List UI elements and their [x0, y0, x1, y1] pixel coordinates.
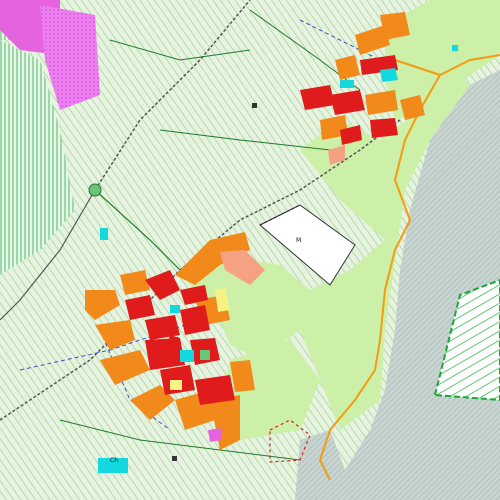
roundabout — [88, 183, 102, 197]
marker-square-south — [172, 456, 177, 461]
road-marker-label: Ch — [110, 457, 118, 464]
plot-m-label: M — [296, 237, 301, 244]
map-canvas: M Ch — [0, 0, 500, 500]
land-use-map: M Ch — [0, 0, 500, 500]
marker-square-north — [252, 103, 257, 108]
